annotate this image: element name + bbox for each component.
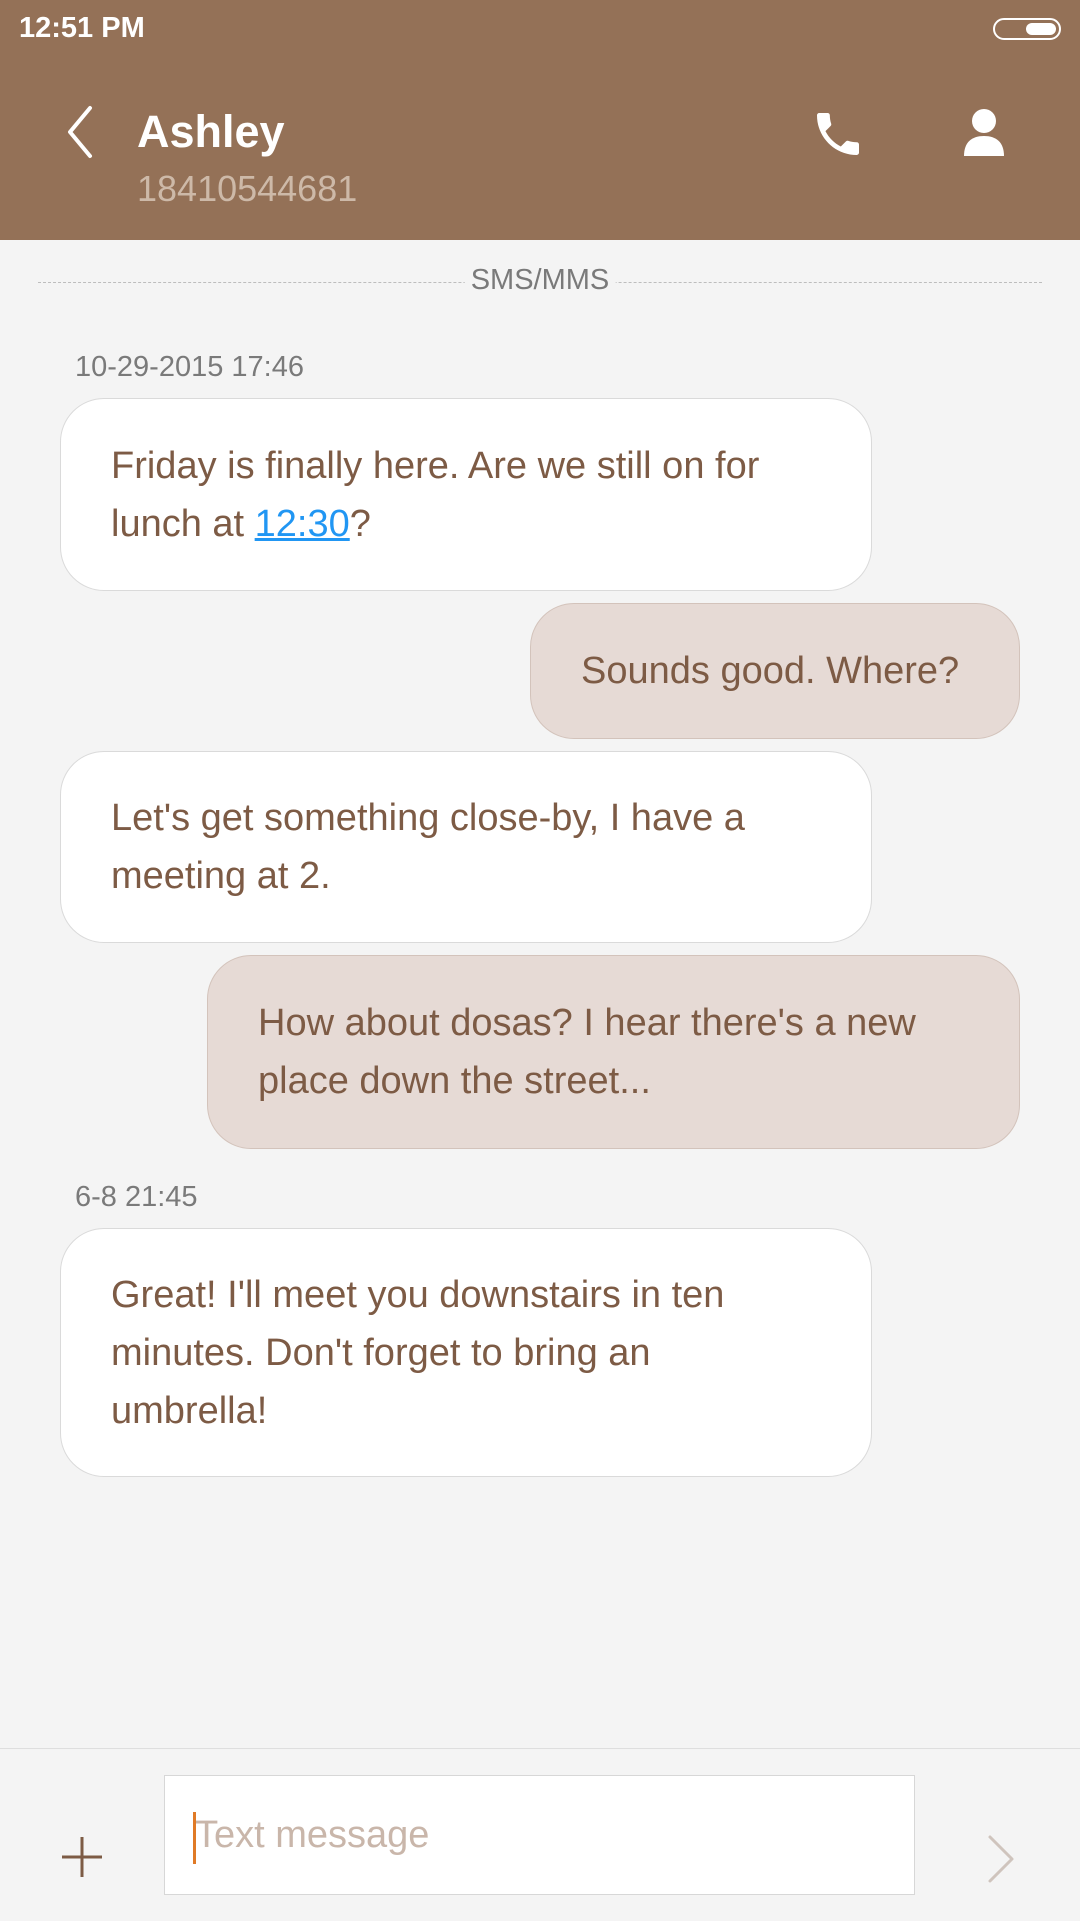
message-timestamp: 6-8 21:45 (75, 1181, 198, 1213)
battery-icon (993, 18, 1061, 40)
phone-icon (817, 113, 859, 155)
incoming-message-bubble[interactable]: Let's get something close-by, I have a m… (60, 751, 872, 943)
message-text: Sounds good. Where? (581, 650, 960, 692)
plus-icon (62, 1837, 102, 1877)
person-icon (964, 109, 1004, 156)
message-text: How about dosas? I hear there's a new pl… (258, 1002, 916, 1102)
back-button[interactable] (58, 100, 106, 164)
back-arrow-icon (68, 106, 92, 158)
incoming-message-bubble[interactable]: Friday is finally here. Are we still on … (60, 398, 872, 591)
send-chevron-icon (988, 1835, 1014, 1883)
call-button[interactable] (810, 106, 866, 162)
message-text: Great! I'll meet you downstairs in ten m… (111, 1273, 725, 1432)
add-attachment-button[interactable] (58, 1833, 106, 1881)
message-timestamp: 10-29-2015 17:46 (75, 351, 304, 383)
contact-number: 18410544681 (137, 168, 358, 209)
message-input[interactable] (164, 1775, 915, 1895)
compose-bar (0, 1748, 1080, 1921)
contact-details-button[interactable] (954, 104, 1014, 164)
channel-divider: SMS/MMS (38, 262, 1042, 302)
status-time: 12:51 PM (19, 12, 145, 44)
text-cursor (193, 1812, 196, 1864)
contact-name: Ashley (137, 106, 285, 157)
send-button[interactable] (982, 1831, 1018, 1887)
time-link[interactable]: 12:30 (255, 503, 350, 545)
outgoing-message-bubble[interactable]: Sounds good. Where? (530, 603, 1020, 739)
incoming-message-bubble[interactable]: Great! I'll meet you downstairs in ten m… (60, 1228, 872, 1477)
outgoing-message-bubble[interactable]: How about dosas? I hear there's a new pl… (207, 955, 1020, 1149)
message-text: Friday is finally here. Are we still on … (111, 444, 760, 545)
message-text: Let's get something close-by, I have a m… (111, 797, 745, 897)
app-header: 12:51 PM Ashley 18410544681 (0, 0, 1080, 240)
channel-label: SMS/MMS (464, 264, 616, 297)
